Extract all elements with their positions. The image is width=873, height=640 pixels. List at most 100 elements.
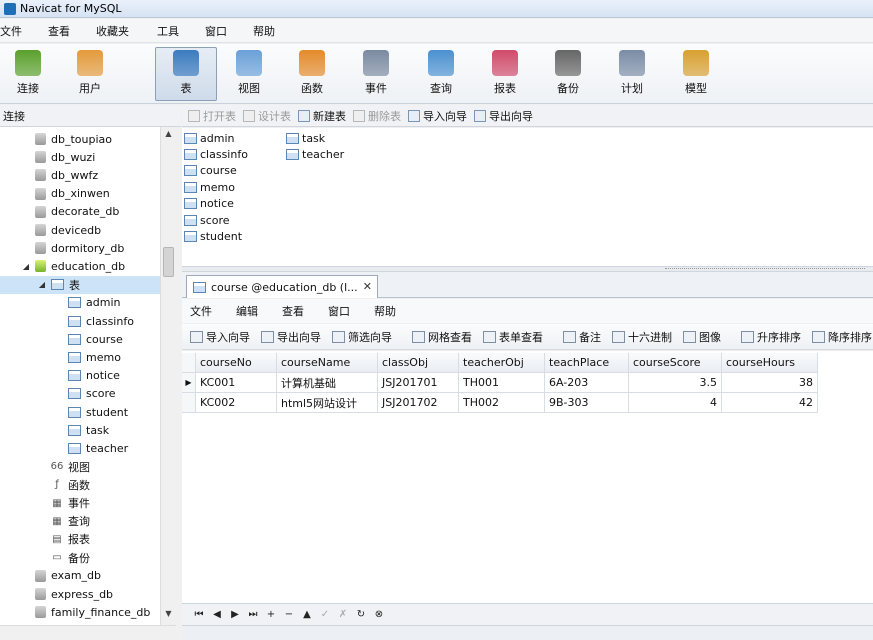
tree-node[interactable]: family_finance_db xyxy=(0,603,150,621)
menu-help[interactable]: 帮助 xyxy=(245,23,293,39)
inner-menu-view[interactable]: 查看 xyxy=(282,303,304,319)
table-toolbar-button[interactable]: 降序排序 xyxy=(812,329,872,345)
scroll-thumb[interactable] xyxy=(163,247,174,277)
inner-menu-help[interactable]: 帮助 xyxy=(374,303,396,319)
column-header[interactable]: courseHours xyxy=(722,353,818,373)
tree-node[interactable]: course xyxy=(0,330,123,348)
tree-node[interactable]: student xyxy=(0,403,128,421)
tree-node[interactable]: db_wwfz xyxy=(0,166,98,184)
object-toolbar-button[interactable]: 删除表 xyxy=(353,108,401,124)
inner-menu-window[interactable]: 窗口 xyxy=(328,303,350,319)
tree-node[interactable]: dormitory_db xyxy=(0,239,124,257)
column-header[interactable]: courseNo xyxy=(196,353,277,373)
splitter-grip[interactable] xyxy=(665,268,865,271)
add-record-icon[interactable]: + xyxy=(262,609,280,620)
data-grid[interactable]: courseNo courseName classObj teacherObj teac… xyxy=(182,351,873,603)
grid-cell[interactable]: 6A-203 xyxy=(545,373,629,393)
tree-vertical-scrollbar[interactable]: ▲ ▼ xyxy=(160,127,176,625)
table-row[interactable]: ▶ KC001 计算机基础 JSJ201701 TH001 6A-203 3.5 38 xyxy=(182,373,818,393)
object-toolbar-button[interactable]: 导入向导 xyxy=(408,108,467,124)
toolbar-model-button[interactable]: 模型 xyxy=(668,48,724,100)
delete-record-icon[interactable]: − xyxy=(280,609,298,620)
column-header[interactable]: teacherObj xyxy=(459,353,545,373)
object-item[interactable]: task xyxy=(286,130,325,146)
next-record-icon[interactable]: ▶ xyxy=(226,609,244,620)
grid-cell[interactable]: 计算机基础 xyxy=(277,373,378,393)
tree-node[interactable]: teacher xyxy=(0,439,128,457)
object-item[interactable]: course xyxy=(184,163,237,179)
toolbar-report-button[interactable]: 报表 xyxy=(477,48,533,100)
tree-node[interactable]: ▦ 查询 xyxy=(0,512,90,530)
tree-node[interactable]: ▭ 备份 xyxy=(0,549,90,567)
grid-cell[interactable]: 3.5 xyxy=(629,373,722,393)
table-toolbar-button[interactable]: 筛选向导 xyxy=(332,329,392,345)
object-toolbar-button[interactable]: 打开表 xyxy=(188,108,236,124)
table-row[interactable]: KC002 html5网站设计 JSJ201702 TH002 9B-303 4 42 xyxy=(182,393,818,413)
tree-node[interactable]: admin xyxy=(0,294,120,312)
tab-course[interactable]: course @education_db (l... ✕ xyxy=(186,275,378,298)
refresh-icon[interactable]: ↻ xyxy=(352,609,370,620)
toolbar-backup-button[interactable]: 备份 xyxy=(540,48,596,100)
column-header[interactable]: teachPlace xyxy=(545,353,629,373)
grid-cell[interactable]: 38 xyxy=(722,373,818,393)
tree-node[interactable]: ƒ 函数 xyxy=(0,476,90,494)
connection-tree[interactable]: db_toupiao db_wuzi db_wwfz db_xinwen decorat… xyxy=(0,127,176,625)
object-toolbar-button[interactable]: 导出向导 xyxy=(474,108,533,124)
object-list[interactable]: admin classinfo course memo notice score stude… xyxy=(182,128,873,266)
expand-arrow-icon[interactable]: ◢ xyxy=(21,262,31,271)
expand-arrow-icon[interactable]: ◢ xyxy=(37,280,47,289)
last-record-icon[interactable]: ⏭ xyxy=(244,609,262,620)
tree-node[interactable]: score xyxy=(0,385,116,403)
table-toolbar-button[interactable]: 备注 xyxy=(563,329,601,345)
grid-cell[interactable]: html5网站设计 xyxy=(277,393,378,413)
grid-cell[interactable]: JSJ201701 xyxy=(378,373,459,393)
cancel-icon[interactable]: ✗ xyxy=(334,609,352,620)
table-toolbar-button[interactable]: 导出向导 xyxy=(261,329,321,345)
toolbar-view-button[interactable]: 视图 xyxy=(221,48,277,100)
toolbar-function-button[interactable]: 函数 xyxy=(284,48,340,100)
menu-window[interactable]: 窗口 xyxy=(197,23,245,39)
tree-horizontal-scrollbar[interactable] xyxy=(0,625,176,640)
column-header[interactable]: courseName xyxy=(277,353,378,373)
object-item[interactable]: memo xyxy=(184,179,235,195)
table-toolbar-button[interactable]: 表单查看 xyxy=(483,329,543,345)
tree-node[interactable]: exam_db xyxy=(0,567,101,585)
inner-menu-file[interactable]: 文件 xyxy=(190,303,212,319)
object-item[interactable]: student xyxy=(184,228,242,244)
column-header[interactable]: classObj xyxy=(378,353,459,373)
tree-node[interactable]: express_db xyxy=(0,585,113,603)
apply-icon[interactable]: ✓ xyxy=(316,609,334,620)
grid-cell[interactable]: 4 xyxy=(629,393,722,413)
grid-cell[interactable]: 9B-303 xyxy=(545,393,629,413)
tree-node[interactable]: db_wuzi xyxy=(0,148,95,166)
tree-node[interactable]: 66 视图 xyxy=(0,458,90,476)
toolbar-query-button[interactable]: 查询 xyxy=(413,48,469,100)
tree-node[interactable]: db_xinwen xyxy=(0,185,110,203)
tree-node[interactable]: task xyxy=(0,421,109,439)
inner-menu-edit[interactable]: 编辑 xyxy=(236,303,258,319)
first-record-icon[interactable]: ⏮ xyxy=(190,609,208,620)
column-header[interactable]: courseScore xyxy=(629,353,722,373)
object-toolbar-button[interactable]: 设计表 xyxy=(243,108,291,124)
table-toolbar-button[interactable]: 图像 xyxy=(683,329,721,345)
tree-node[interactable]: ▤ 报表 xyxy=(0,530,90,548)
table-toolbar-button[interactable]: 网格查看 xyxy=(412,329,472,345)
grid-cell[interactable]: TH001 xyxy=(459,373,545,393)
tree-node[interactable]: decorate_db xyxy=(0,203,119,221)
table-toolbar-button[interactable]: 导入向导 xyxy=(190,329,250,345)
object-item[interactable]: teacher xyxy=(286,146,344,162)
tree-node[interactable]: db_toupiao xyxy=(0,130,112,148)
tree-node[interactable]: devicedb xyxy=(0,221,101,239)
tree-node[interactable]: ◢ 表 xyxy=(0,275,160,294)
toolbar-event-button[interactable]: 事件 xyxy=(348,48,404,100)
tree-node[interactable]: ▦ 事件 xyxy=(0,494,90,512)
object-item[interactable]: classinfo xyxy=(184,146,248,162)
table-toolbar-button[interactable]: 升序排序 xyxy=(741,329,801,345)
edit-record-icon[interactable]: ▲ xyxy=(298,609,316,620)
tree-node[interactable]: ◢ education_db xyxy=(0,257,125,275)
tree-node[interactable]: classinfo xyxy=(0,312,134,330)
toolbar-connection-button[interactable]: 连接 xyxy=(0,48,56,100)
menu-tools[interactable]: 工具 xyxy=(147,23,197,39)
object-item[interactable]: admin xyxy=(184,130,234,146)
prev-record-icon[interactable]: ◀ xyxy=(208,609,226,620)
